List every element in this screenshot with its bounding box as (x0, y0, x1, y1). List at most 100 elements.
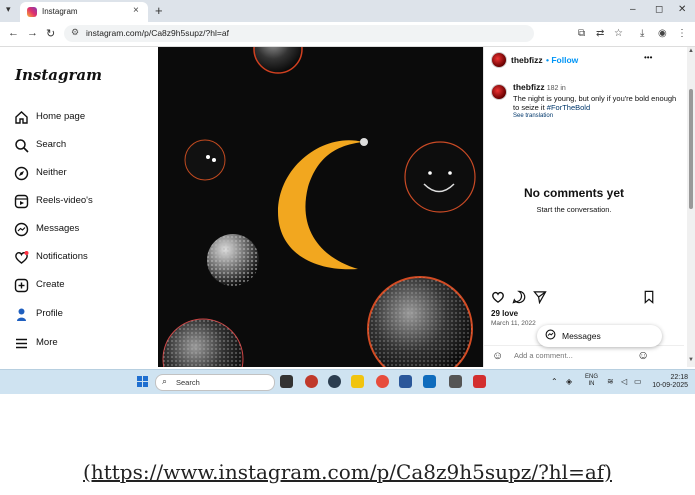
scroll-up-arrow-icon[interactable]: ▲ (688, 48, 694, 54)
new-tab-button[interactable]: + (155, 3, 163, 18)
forward-arrow-icon[interactable]: → (27, 27, 38, 39)
menu-icon (14, 336, 29, 351)
sidebar-item-more[interactable]: More (14, 334, 154, 356)
task-view-icon[interactable] (280, 375, 293, 388)
word-icon[interactable] (399, 375, 412, 388)
install-app-icon[interactable]: ⧉ (578, 28, 585, 39)
app-chat-icon[interactable] (328, 375, 341, 388)
sidebar-item-label: Reels-video's (36, 195, 93, 206)
taskbar-search-label: Search (176, 378, 200, 387)
language-indicator[interactable]: ENG IN (585, 374, 598, 388)
instagram-logo[interactable]: Instagram (15, 66, 102, 84)
wifi-icon[interactable]: ≋ (607, 377, 614, 386)
maximize-button[interactable]: ◻ (655, 4, 663, 15)
browser-tab-instagram[interactable]: Instagram × (20, 2, 148, 22)
caption-hashtag[interactable]: #ForTheBold (547, 103, 590, 112)
minimize-button[interactable]: – (630, 4, 636, 15)
source-url-caption: (https://www.instagram.com/p/Ca8z9h5supz… (0, 460, 695, 484)
add-comment-input[interactable] (514, 351, 634, 360)
address-text[interactable]: instagram.com/p/Ca8z9h5supz/?hl=af (86, 28, 229, 38)
sidebar-item-label: Home page (36, 111, 86, 122)
post-date: March 11, 2022 (491, 320, 536, 327)
clock-date: 10-09-2025 (652, 382, 688, 389)
browser-nav-bar: ← → ↻ ⚙ instagram.com/p/Ca8z9h5supz/?hl=… (0, 22, 695, 47)
app-red-icon[interactable] (305, 375, 318, 388)
sidebar-item-profile[interactable]: Profile (14, 305, 154, 327)
taskbar-clock[interactable]: 22:18 10-09-2025 (650, 374, 688, 390)
caption-author-avatar[interactable] (491, 84, 507, 100)
emoji-smiley-icon[interactable]: ☺ (637, 348, 649, 362)
search-icon (14, 138, 29, 153)
scroll-down-arrow-icon[interactable]: ▼ (688, 357, 694, 363)
sidebar-item-home[interactable]: Home page (14, 108, 154, 130)
sidebar-item-label: Search (36, 139, 67, 150)
post-author-username[interactable]: thebfizz (511, 55, 543, 65)
outlook-icon[interactable] (423, 375, 436, 388)
sidebar-item-create[interactable]: Create (14, 276, 154, 298)
heart-icon (14, 250, 29, 265)
start-conversation-text: Start the conversation. (536, 205, 612, 214)
back-arrow-icon[interactable]: ← (8, 27, 19, 39)
language-code: ENG (585, 374, 599, 380)
battery-icon[interactable]: ▭ (634, 377, 642, 386)
windows-taskbar: ⌕ Search ⌃ ◈ ENG IN ≋ ◁ ▭ 22:18 10-09-20… (0, 369, 695, 394)
messages-floating-button[interactable]: Messages (537, 325, 662, 347)
sidebar-item-notifications[interactable]: Notifications (14, 248, 154, 270)
like-heart-icon[interactable] (491, 290, 505, 307)
profile-avatar-icon[interactable]: ◉ (658, 28, 667, 39)
caption-text: The night is young, but only if you're b… (513, 93, 677, 113)
reload-icon[interactable]: ↻ (46, 27, 55, 40)
post-artwork (162, 47, 476, 367)
site-info-icon[interactable]: ⚙ (71, 27, 79, 38)
download-icon[interactable]: ⤓ (640, 28, 644, 39)
taskbar-search[interactable]: ⌕ Search (155, 374, 275, 391)
source-url-link[interactable]: (https://www.instagram.com/p/Ca8z9h5supz… (83, 460, 612, 484)
file-explorer-icon[interactable] (351, 375, 364, 388)
tray-chevron-up-icon[interactable]: ⌃ (551, 377, 558, 386)
scrollbar-thumb[interactable] (689, 89, 693, 209)
instagram-favicon-icon (27, 7, 37, 17)
likes-count[interactable]: 29 love (491, 309, 518, 318)
tray-app-icon[interactable]: ◈ (566, 377, 572, 386)
windows-start-icon[interactable] (137, 376, 148, 387)
messenger-icon (545, 329, 556, 343)
see-translation-link[interactable]: See translation (513, 113, 683, 119)
comment-bubble-icon[interactable] (512, 290, 526, 307)
app-generic-icon[interactable] (449, 375, 462, 388)
acrobat-icon[interactable] (473, 375, 486, 388)
sidebar-item-search[interactable]: Search (14, 136, 154, 158)
page-scrollbar[interactable]: ▲ ▼ (687, 47, 695, 367)
close-window-button[interactable]: ✕ (678, 4, 686, 15)
sidebar-item-explore[interactable]: Neither (14, 164, 154, 186)
caption-username[interactable]: thebfizz (513, 82, 545, 92)
browser-tab-bar: ▾ Instagram × + – ◻ ✕ (0, 0, 695, 22)
sidebar-item-label: More (36, 337, 58, 348)
save-bookmark-icon[interactable] (643, 290, 655, 307)
sidebar-item-messages[interactable]: Messages (14, 220, 154, 242)
reels-icon (14, 194, 29, 209)
home-icon (14, 110, 29, 125)
tab-close-icon[interactable]: × (133, 5, 139, 16)
post-author-avatar[interactable] (491, 52, 507, 68)
more-options-icon[interactable]: ••• (644, 53, 652, 62)
language-region: IN (588, 381, 595, 387)
bookmark-star-icon[interactable]: ☆ (614, 28, 623, 39)
post-caption: thebfizz 182 in The night is young, but … (513, 82, 683, 119)
address-bar[interactable]: ⚙ instagram.com/p/Ca8z9h5supz/?hl=af (64, 25, 534, 42)
add-comment-row: ☺ ☺ (484, 345, 684, 368)
follow-button[interactable]: • Follow (546, 55, 578, 65)
browser-menu-icon[interactable]: ⋮ (677, 28, 687, 39)
translate-icon[interactable]: ⇄ (596, 28, 604, 39)
sidebar-item-reels[interactable]: Reels-video's (14, 192, 154, 214)
tab-title: Instagram (42, 7, 78, 16)
caption-age: 182 in (546, 85, 566, 92)
sidebar-item-label: Profile (36, 308, 63, 319)
chrome-browser-icon[interactable] (376, 375, 389, 388)
clock-time: 22:18 (670, 374, 688, 381)
share-send-icon[interactable] (533, 290, 547, 307)
volume-icon[interactable]: ◁ (621, 377, 627, 386)
emoji-icon[interactable]: ☺ (492, 350, 503, 362)
profile-icon (14, 307, 29, 322)
post-image[interactable] (158, 47, 483, 367)
tab-list-chevron-icon[interactable]: ▾ (6, 4, 11, 15)
